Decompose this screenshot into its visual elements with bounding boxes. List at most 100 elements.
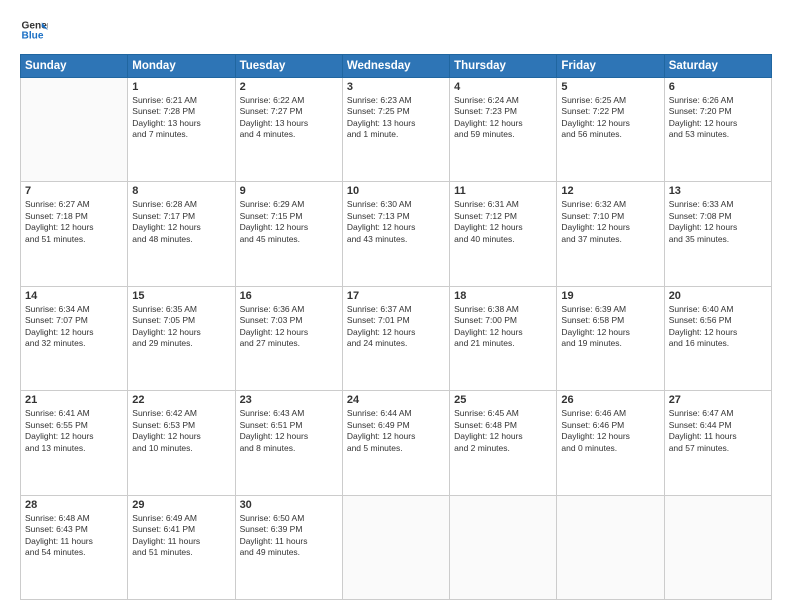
- calendar-day-cell: 27 Sunrise: 6:47 AM Sunset: 6:44 PM Dayli…: [664, 391, 771, 495]
- calendar-day-cell: 15 Sunrise: 6:35 AM Sunset: 7:05 PM Dayli…: [128, 286, 235, 390]
- day-number: 16: [240, 290, 338, 302]
- weekday-header-saturday: Saturday: [664, 55, 771, 78]
- calendar-day-cell: [664, 495, 771, 599]
- weekday-header-row: SundayMondayTuesdayWednesdayThursdayFrid…: [21, 55, 772, 78]
- calendar-day-cell: 1 Sunrise: 6:21 AM Sunset: 7:28 PM Daylig…: [128, 78, 235, 182]
- weekday-header-thursday: Thursday: [450, 55, 557, 78]
- day-info: Sunrise: 6:32 AM Sunset: 7:10 PM Dayligh…: [561, 199, 659, 245]
- day-info: Sunrise: 6:28 AM Sunset: 7:17 PM Dayligh…: [132, 199, 230, 245]
- day-number: 11: [454, 185, 552, 197]
- day-info: Sunrise: 6:33 AM Sunset: 7:08 PM Dayligh…: [669, 199, 767, 245]
- day-number: 22: [132, 394, 230, 406]
- day-info: Sunrise: 6:41 AM Sunset: 6:55 PM Dayligh…: [25, 408, 123, 454]
- day-number: 17: [347, 290, 445, 302]
- day-number: 18: [454, 290, 552, 302]
- day-number: 26: [561, 394, 659, 406]
- day-info: Sunrise: 6:50 AM Sunset: 6:39 PM Dayligh…: [240, 513, 338, 559]
- calendar-day-cell: 6 Sunrise: 6:26 AM Sunset: 7:20 PM Daylig…: [664, 78, 771, 182]
- calendar-day-cell: 29 Sunrise: 6:49 AM Sunset: 6:41 PM Dayli…: [128, 495, 235, 599]
- day-number: 28: [25, 499, 123, 511]
- day-number: 14: [25, 290, 123, 302]
- weekday-header-wednesday: Wednesday: [342, 55, 449, 78]
- calendar-table: SundayMondayTuesdayWednesdayThursdayFrid…: [20, 54, 772, 600]
- weekday-header-sunday: Sunday: [21, 55, 128, 78]
- day-info: Sunrise: 6:31 AM Sunset: 7:12 PM Dayligh…: [454, 199, 552, 245]
- calendar-day-cell: [21, 78, 128, 182]
- day-number: 21: [25, 394, 123, 406]
- day-number: 30: [240, 499, 338, 511]
- day-info: Sunrise: 6:48 AM Sunset: 6:43 PM Dayligh…: [25, 513, 123, 559]
- svg-text:Blue: Blue: [22, 31, 44, 42]
- day-info: Sunrise: 6:24 AM Sunset: 7:23 PM Dayligh…: [454, 95, 552, 141]
- day-info: Sunrise: 6:23 AM Sunset: 7:25 PM Dayligh…: [347, 95, 445, 141]
- day-info: Sunrise: 6:35 AM Sunset: 7:05 PM Dayligh…: [132, 304, 230, 350]
- day-info: Sunrise: 6:40 AM Sunset: 6:56 PM Dayligh…: [669, 304, 767, 350]
- day-info: Sunrise: 6:44 AM Sunset: 6:49 PM Dayligh…: [347, 408, 445, 454]
- calendar-day-cell: 2Sunrise: 6:22 AM Sunset: 7:27 PM Daylig…: [235, 78, 342, 182]
- calendar-day-cell: 28 Sunrise: 6:48 AM Sunset: 6:43 PM Dayli…: [21, 495, 128, 599]
- logo: General Blue: [20, 16, 48, 44]
- day-info: Sunrise: 6:47 AM Sunset: 6:44 PM Dayligh…: [669, 408, 767, 454]
- day-info: Sunrise: 6:36 AM Sunset: 7:03 PM Dayligh…: [240, 304, 338, 350]
- calendar-week-row: 14 Sunrise: 6:34 AM Sunset: 7:07 PM Dayli…: [21, 286, 772, 390]
- day-info: Sunrise: 6:26 AM Sunset: 7:20 PM Dayligh…: [669, 95, 767, 141]
- day-number: 25: [454, 394, 552, 406]
- page: General Blue SundayMondayTuesdayWednesda…: [0, 0, 792, 612]
- day-info: Sunrise: 6:46 AM Sunset: 6:46 PM Dayligh…: [561, 408, 659, 454]
- calendar-day-cell: 19 Sunrise: 6:39 AM Sunset: 6:58 PM Dayli…: [557, 286, 664, 390]
- day-number: 10: [347, 185, 445, 197]
- day-info: Sunrise: 6:25 AM Sunset: 7:22 PM Dayligh…: [561, 95, 659, 141]
- day-number: 7: [25, 185, 123, 197]
- day-info: Sunrise: 6:42 AM Sunset: 6:53 PM Dayligh…: [132, 408, 230, 454]
- calendar-day-cell: 12 Sunrise: 6:32 AM Sunset: 7:10 PM Dayli…: [557, 182, 664, 286]
- day-number: 2: [240, 81, 338, 93]
- day-info: Sunrise: 6:21 AM Sunset: 7:28 PM Dayligh…: [132, 95, 230, 141]
- calendar-day-cell: 13 Sunrise: 6:33 AM Sunset: 7:08 PM Dayli…: [664, 182, 771, 286]
- day-number: 6: [669, 81, 767, 93]
- weekday-header-tuesday: Tuesday: [235, 55, 342, 78]
- day-number: 13: [669, 185, 767, 197]
- calendar-week-row: 7 Sunrise: 6:27 AM Sunset: 7:18 PM Daylig…: [21, 182, 772, 286]
- day-number: 3: [347, 81, 445, 93]
- calendar-day-cell: 26 Sunrise: 6:46 AM Sunset: 6:46 PM Dayli…: [557, 391, 664, 495]
- day-number: 4: [454, 81, 552, 93]
- day-info: Sunrise: 6:29 AM Sunset: 7:15 PM Dayligh…: [240, 199, 338, 245]
- day-number: 1: [132, 81, 230, 93]
- day-info: Sunrise: 6:49 AM Sunset: 6:41 PM Dayligh…: [132, 513, 230, 559]
- day-number: 24: [347, 394, 445, 406]
- calendar-day-cell: 25 Sunrise: 6:45 AM Sunset: 6:48 PM Dayli…: [450, 391, 557, 495]
- weekday-header-monday: Monday: [128, 55, 235, 78]
- calendar-day-cell: [342, 495, 449, 599]
- calendar-week-row: 1 Sunrise: 6:21 AM Sunset: 7:28 PM Daylig…: [21, 78, 772, 182]
- calendar-day-cell: 8 Sunrise: 6:28 AM Sunset: 7:17 PM Daylig…: [128, 182, 235, 286]
- calendar-day-cell: [450, 495, 557, 599]
- day-number: 19: [561, 290, 659, 302]
- day-number: 8: [132, 185, 230, 197]
- calendar-day-cell: 10 Sunrise: 6:30 AM Sunset: 7:13 PM Dayli…: [342, 182, 449, 286]
- day-info: Sunrise: 6:30 AM Sunset: 7:13 PM Dayligh…: [347, 199, 445, 245]
- day-info: Sunrise: 6:39 AM Sunset: 6:58 PM Dayligh…: [561, 304, 659, 350]
- calendar-day-cell: 9 Sunrise: 6:29 AM Sunset: 7:15 PM Daylig…: [235, 182, 342, 286]
- day-number: 20: [669, 290, 767, 302]
- day-info: Sunrise: 6:45 AM Sunset: 6:48 PM Dayligh…: [454, 408, 552, 454]
- calendar-day-cell: 7 Sunrise: 6:27 AM Sunset: 7:18 PM Daylig…: [21, 182, 128, 286]
- calendar-day-cell: 20 Sunrise: 6:40 AM Sunset: 6:56 PM Dayli…: [664, 286, 771, 390]
- day-info: Sunrise: 6:34 AM Sunset: 7:07 PM Dayligh…: [25, 304, 123, 350]
- day-number: 23: [240, 394, 338, 406]
- calendar-day-cell: 11 Sunrise: 6:31 AM Sunset: 7:12 PM Dayli…: [450, 182, 557, 286]
- day-number: 29: [132, 499, 230, 511]
- day-info: Sunrise: 6:43 AM Sunset: 6:51 PM Dayligh…: [240, 408, 338, 454]
- day-number: 12: [561, 185, 659, 197]
- calendar-day-cell: 4 Sunrise: 6:24 AM Sunset: 7:23 PM Daylig…: [450, 78, 557, 182]
- calendar-week-row: 28 Sunrise: 6:48 AM Sunset: 6:43 PM Dayli…: [21, 495, 772, 599]
- day-info: Sunrise: 6:27 AM Sunset: 7:18 PM Dayligh…: [25, 199, 123, 245]
- calendar-day-cell: 5Sunrise: 6:25 AM Sunset: 7:22 PM Daylig…: [557, 78, 664, 182]
- calendar-day-cell: 24 Sunrise: 6:44 AM Sunset: 6:49 PM Dayli…: [342, 391, 449, 495]
- day-number: 27: [669, 394, 767, 406]
- day-number: 9: [240, 185, 338, 197]
- day-number: 15: [132, 290, 230, 302]
- calendar-week-row: 21 Sunrise: 6:41 AM Sunset: 6:55 PM Dayli…: [21, 391, 772, 495]
- calendar-day-cell: 14 Sunrise: 6:34 AM Sunset: 7:07 PM Dayli…: [21, 286, 128, 390]
- calendar-day-cell: 23 Sunrise: 6:43 AM Sunset: 6:51 PM Dayli…: [235, 391, 342, 495]
- calendar-day-cell: 16 Sunrise: 6:36 AM Sunset: 7:03 PM Dayli…: [235, 286, 342, 390]
